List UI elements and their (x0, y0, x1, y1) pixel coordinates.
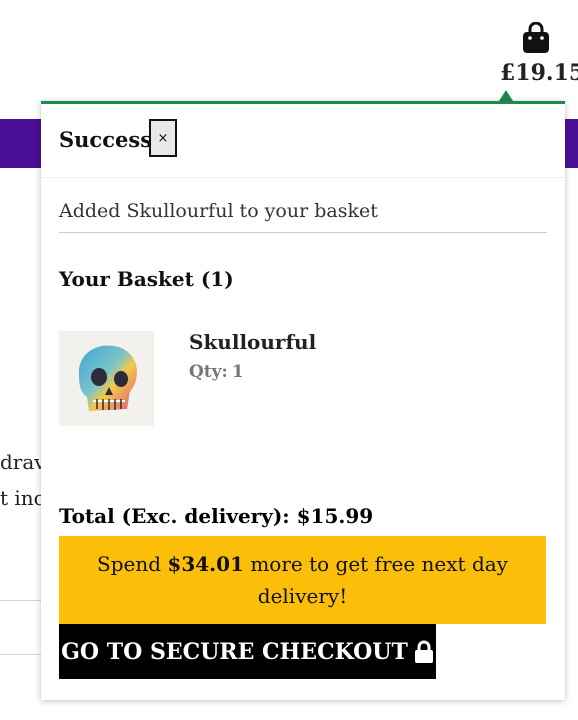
background-text-line-2: t inc (0, 486, 45, 510)
checkout-label: GO TO SECURE CHECKOUT (61, 638, 408, 665)
background-text-line-1: drav (0, 450, 46, 474)
popup-header: Success! × (41, 104, 565, 178)
close-button[interactable]: × (149, 119, 177, 157)
qty-label: Qty: (189, 362, 228, 382)
basket-heading: Your Basket (1) (59, 267, 234, 291)
background-divider (0, 654, 45, 655)
lock-icon (414, 640, 433, 663)
item-name[interactable]: Skullourful (189, 330, 316, 354)
shopping-bag-icon[interactable] (521, 22, 551, 54)
promo-suffix: more to get free next day delivery! (250, 552, 508, 608)
divider (59, 232, 547, 233)
promo-amount: $34.01 (167, 552, 244, 576)
free-delivery-banner: Spend $34.01 more to get free next day d… (59, 536, 546, 624)
secure-checkout-button[interactable]: GO TO SECURE CHECKOUT (59, 624, 436, 679)
added-to-basket-popup: Success! × Added Skullourful to your bas… (41, 101, 565, 700)
close-icon: × (157, 130, 169, 146)
basket-total: Total (Exc. delivery): $15.99 (59, 504, 374, 528)
qty-value: 1 (231, 362, 244, 382)
product-image[interactable] (59, 331, 154, 426)
popup-caret (499, 90, 513, 101)
success-title: Success! (59, 127, 162, 152)
background-divider (0, 600, 45, 601)
promo-prefix: Spend (97, 552, 162, 576)
item-quantity: Qty: 1 (189, 362, 244, 382)
added-message: Added Skullourful to your basket (59, 200, 378, 222)
cart-total[interactable]: £19.15 (500, 60, 578, 86)
